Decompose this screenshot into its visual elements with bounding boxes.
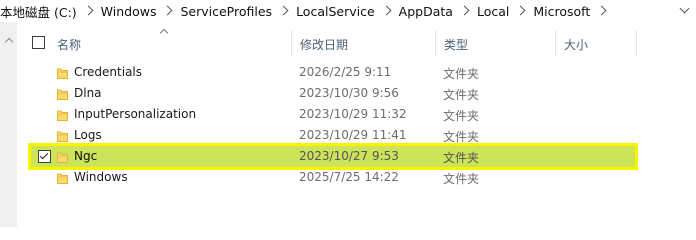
file-date: 2023/10/30 9:56 xyxy=(299,86,399,100)
sort-ascending-icon xyxy=(160,28,168,34)
row-checkbox[interactable] xyxy=(38,150,51,163)
folder-icon xyxy=(57,130,68,142)
folder-icon xyxy=(57,151,68,163)
column-type[interactable]: 类型 xyxy=(444,36,468,53)
file-date: 2026/2/25 9:11 xyxy=(299,65,392,79)
file-type: 文件夹 xyxy=(443,109,480,123)
column-divider[interactable] xyxy=(555,30,556,56)
file-type: 文件夹 xyxy=(443,88,480,102)
file-name: Logs xyxy=(74,128,102,142)
column-size[interactable]: 大小 xyxy=(564,36,588,53)
file-name: Windows xyxy=(74,170,128,184)
navigation-pane[interactable] xyxy=(0,22,17,227)
breadcrumb: 本地磁盘 (C:) Windows ServiceProfiles LocalS… xyxy=(0,0,673,22)
chevron-right-icon[interactable] xyxy=(514,4,528,18)
file-type: 文件夹 xyxy=(443,130,480,144)
chevron-right-icon[interactable] xyxy=(277,4,291,18)
file-date: 2023/10/29 11:41 xyxy=(299,128,407,142)
folder-icon xyxy=(57,88,68,100)
file-type: 文件夹 xyxy=(443,151,480,165)
chevron-up-icon[interactable] xyxy=(4,36,13,45)
column-name[interactable]: 名称 xyxy=(57,36,81,53)
address-history-dropdown-icon[interactable] xyxy=(676,3,694,19)
crumb-drive[interactable]: 本地磁盘 (C:) xyxy=(0,2,77,21)
chevron-right-icon[interactable] xyxy=(161,4,175,18)
column-divider[interactable] xyxy=(636,30,637,56)
crumb-local[interactable]: Local xyxy=(477,4,509,19)
file-row[interactable]: Ngc 2023/10/27 9:53 文件夹 xyxy=(28,143,638,170)
crumb-serviceprofiles[interactable]: ServiceProfiles xyxy=(180,4,272,19)
file-row[interactable]: Windows 2025/7/25 14:22 文件夹 xyxy=(31,167,635,188)
file-name: Ngc xyxy=(74,149,98,163)
file-row[interactable]: InputPersonalization 2023/10/29 11:32 文件夹 xyxy=(31,104,635,125)
column-date[interactable]: 修改日期 xyxy=(300,36,348,53)
file-date: 2023/10/27 9:53 xyxy=(299,149,399,163)
folder-icon xyxy=(57,172,68,184)
file-name: Credentials xyxy=(74,65,143,79)
chevron-right-icon[interactable] xyxy=(458,4,472,18)
file-name: Dlna xyxy=(74,86,102,100)
file-name: InputPersonalization xyxy=(74,107,197,121)
chevron-right-icon[interactable] xyxy=(82,4,96,18)
file-date: 2025/7/25 14:22 xyxy=(299,170,399,184)
crumb-windows[interactable]: Windows xyxy=(101,4,157,19)
column-header: 名称 修改日期 类型 大小 xyxy=(17,22,696,62)
chevron-right-icon[interactable] xyxy=(595,4,609,18)
file-row[interactable]: Logs 2023/10/29 11:41 文件夹 xyxy=(31,125,635,146)
file-row[interactable]: Credentials 2026/2/25 9:11 文件夹 xyxy=(31,62,635,83)
column-divider[interactable] xyxy=(291,30,292,56)
folder-icon xyxy=(57,67,68,79)
folder-icon xyxy=(57,109,68,121)
column-divider[interactable] xyxy=(435,30,436,56)
file-date: 2023/10/29 11:32 xyxy=(299,107,407,121)
crumb-microsoft[interactable]: Microsoft xyxy=(533,4,590,19)
crumb-localservice[interactable]: LocalService xyxy=(296,4,375,19)
chevron-right-icon[interactable] xyxy=(380,4,394,18)
file-type: 文件夹 xyxy=(443,67,480,81)
crumb-appdata[interactable]: AppData xyxy=(399,4,453,19)
select-all-checkbox[interactable] xyxy=(32,36,45,49)
file-row[interactable]: Dlna 2023/10/30 9:56 文件夹 xyxy=(31,83,635,104)
file-type: 文件夹 xyxy=(443,172,480,186)
